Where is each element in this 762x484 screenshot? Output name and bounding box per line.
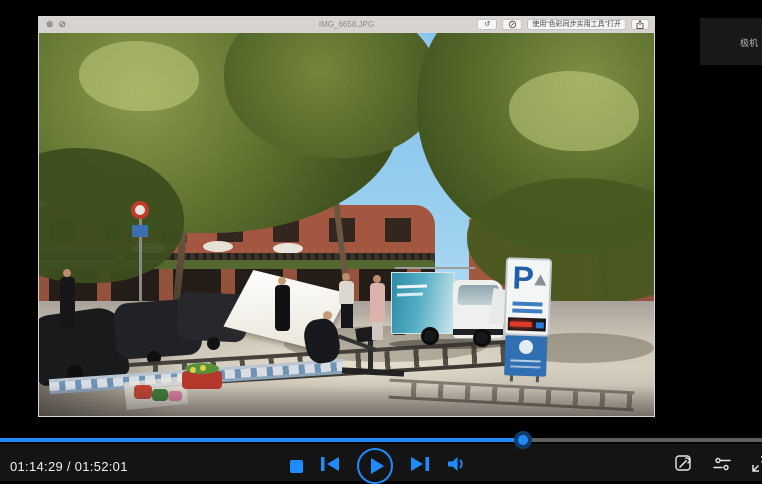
volume-icon[interactable] [447, 456, 466, 477]
sign-logo-circle [519, 340, 533, 354]
sign-leg [536, 376, 539, 382]
share-icon [631, 19, 649, 30]
actor-legs [372, 322, 383, 340]
sign-led-display [508, 317, 546, 331]
crew-legs [341, 304, 353, 328]
actor-head [373, 275, 381, 283]
ground-shadow-bottom [39, 385, 654, 416]
video-frame-photo: P [39, 33, 654, 416]
filters-icon[interactable] [713, 456, 731, 477]
seekbar[interactable] [0, 438, 762, 442]
terrace-umbrella [203, 241, 233, 252]
led-blue-block [536, 322, 544, 328]
overlay-panel-text: 极机 [740, 36, 758, 49]
skip-back-icon[interactable] [320, 456, 340, 477]
truck-text-line [397, 284, 427, 288]
fullscreen-icon[interactable] [752, 456, 762, 477]
sign-lower-panel [504, 335, 547, 376]
play-icon[interactable] [357, 448, 393, 484]
truck-shadow [389, 339, 511, 349]
truck-wheel [473, 329, 491, 347]
photo-viewer-titlebar: ⊗ ⊘ IMG_6658.JPG ↺ 使用“色彩同步实用工具”打开 [39, 17, 654, 33]
crew-figure-white-tee [339, 281, 354, 305]
time-display: 01:14:29 / 01:52:01 [10, 459, 128, 474]
overlay-panel: 极机 [700, 18, 762, 65]
crew-figure [275, 285, 290, 331]
sign-triangle-icon [534, 274, 546, 285]
actor-figure-pink [370, 283, 385, 323]
tennis-ball [190, 367, 196, 373]
seekbar-knob[interactable] [514, 431, 532, 449]
open-with-button: 使用“色彩同步实用工具”打开 [527, 19, 626, 30]
sign-text-line [511, 359, 541, 362]
led-red-text [510, 321, 532, 327]
edit-icon[interactable] [675, 455, 692, 477]
video-player-app: { "app": { "background": "#000000" }, "v… [0, 0, 762, 481]
truck-text-line [397, 293, 423, 297]
sign-text-line [510, 365, 540, 368]
camera-dolly-post [368, 337, 373, 369]
play-triangle [371, 458, 384, 474]
rotate-left-icon: ↺ [477, 19, 497, 30]
truck-wheel [421, 327, 439, 345]
crew-figure [60, 277, 75, 329]
tree-canopy-highlight [79, 41, 199, 111]
tennis-ball [200, 365, 206, 371]
scooter-wheel [207, 337, 220, 350]
truck-cargo-box [391, 272, 455, 334]
video-surface[interactable]: ⊗ ⊘ IMG_6658.JPG ↺ 使用“色彩同步实用工具”打开 [38, 16, 655, 417]
road-sign [131, 201, 149, 219]
skip-forward-icon[interactable] [410, 456, 430, 477]
sign-leg [510, 375, 513, 381]
crew-head [63, 269, 71, 277]
parking-sign-letter: P [512, 259, 535, 297]
markup-icon [502, 19, 522, 30]
seekbar-fill [0, 438, 523, 442]
photo-viewer-toolbar: ↺ 使用“色彩同步实用工具”打开 [477, 19, 649, 30]
stop-icon[interactable] [290, 460, 303, 473]
crew-head [342, 273, 350, 281]
parking-sign: P [502, 257, 554, 383]
truck-rack [395, 267, 475, 269]
playback-controls [290, 449, 466, 483]
crew-head [278, 277, 286, 285]
secondary-controls [675, 455, 762, 477]
road-sign-plate [132, 225, 148, 237]
